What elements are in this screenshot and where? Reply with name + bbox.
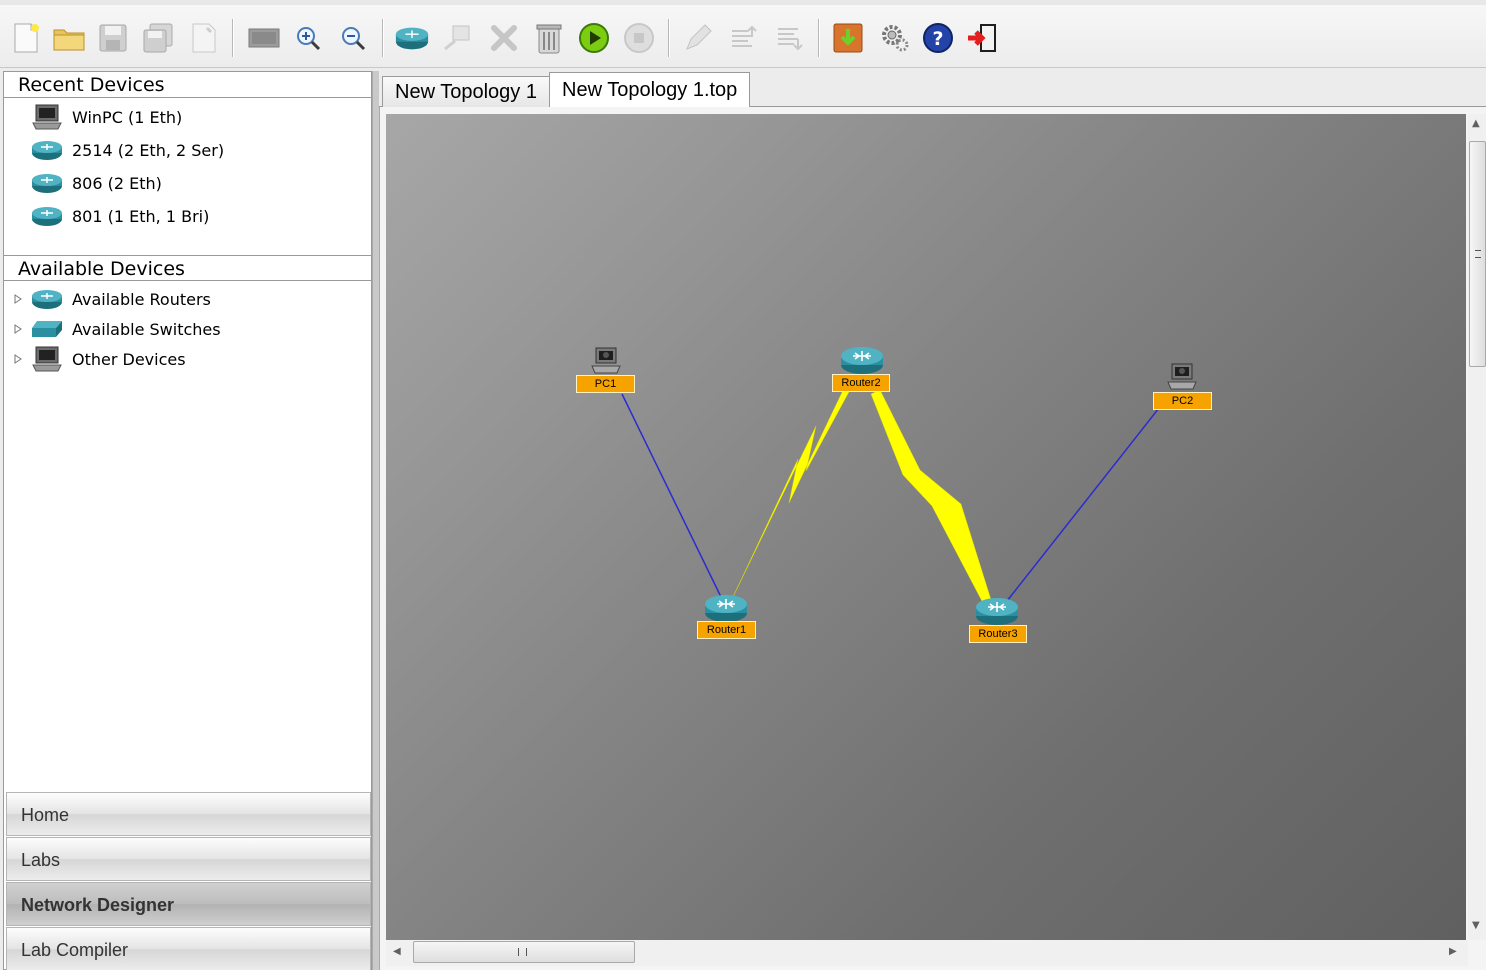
device-label-router3[interactable]: Router3 (969, 625, 1027, 643)
tree-item-label: Other Devices (72, 349, 186, 369)
switch-icon (30, 316, 64, 342)
start-play-icon[interactable] (576, 19, 612, 57)
device-label-pc2[interactable]: PC2 (1153, 392, 1212, 410)
recent-device-label: WinPC (1 Eth) (72, 107, 183, 127)
grip-icon (518, 948, 527, 956)
scroll-up-arrow-icon[interactable]: ▲ (1472, 118, 1480, 129)
nav-home[interactable]: Home (6, 792, 371, 836)
router-icon (30, 169, 64, 197)
horizontal-scroll-thumb[interactable] (413, 941, 635, 963)
topology-canvas[interactable]: PC1 Router2 PC2 Router1 Router3 (386, 114, 1466, 940)
nav-labs[interactable]: Labs (6, 837, 371, 881)
tree-item-label: Available Routers (72, 289, 211, 309)
tab-new-topology-1[interactable]: New Topology 1 (382, 76, 550, 107)
connect-device-icon[interactable] (440, 19, 476, 57)
exit-icon[interactable] (965, 19, 1001, 57)
gear-icon[interactable] (877, 19, 913, 57)
topology-links (621, 383, 1160, 606)
recent-device-806[interactable]: 806 (2 Eth) (30, 168, 162, 198)
router-icon (30, 286, 64, 312)
delete-x-icon[interactable] (486, 19, 522, 57)
nav-network-designer[interactable]: Network Designer (6, 882, 371, 926)
router-icon (30, 202, 64, 230)
recent-device-label: 801 (1 Eth, 1 Bri) (72, 206, 210, 226)
open-folder-icon[interactable] (51, 19, 87, 57)
expand-arrow-icon[interactable] (12, 293, 24, 305)
app-window: ? Recent Devices WinPC (1 Eth) 2514 (2 E… (0, 0, 1486, 970)
device-panel: Recent Devices WinPC (1 Eth) 2514 (2 Eth… (3, 71, 372, 970)
tree-item-label: Available Switches (72, 319, 221, 339)
panel-splitter[interactable] (372, 71, 379, 970)
available-devices-header: Available Devices (4, 255, 371, 281)
tab-bar: New Topology 1 New Topology 1.top (379, 71, 1486, 108)
scroll-down-arrow-icon[interactable]: ▼ (1472, 920, 1480, 931)
expand-arrow-icon[interactable] (12, 353, 24, 365)
toolbar-separator (818, 19, 820, 57)
toolbar-separator (668, 19, 670, 57)
zoom-out-icon[interactable] (335, 19, 371, 57)
pc-icon (30, 346, 64, 372)
tree-item-routers[interactable]: Available Routers (12, 285, 211, 313)
screenshot-icon[interactable] (246, 19, 282, 57)
download-icon[interactable] (830, 19, 866, 57)
new-file-icon[interactable] (8, 19, 44, 57)
toolbar-separator (232, 19, 234, 57)
svg-text:?: ? (932, 28, 943, 50)
help-icon[interactable]: ? (920, 19, 956, 57)
vertical-scroll-thumb[interactable] (1469, 141, 1486, 367)
tab-new-topology-1-top[interactable]: New Topology 1.top (549, 72, 751, 108)
recent-device-2514[interactable]: 2514 (2 Eth, 2 Ser) (30, 135, 224, 165)
zoom-in-icon[interactable] (290, 19, 326, 57)
recent-device-label: 2514 (2 Eth, 2 Ser) (72, 140, 225, 160)
link-pc1-router1[interactable] (621, 393, 723, 600)
scroll-right-arrow-icon[interactable]: ▶ (1449, 946, 1457, 957)
device-label-pc1[interactable]: PC1 (576, 375, 635, 393)
recent-device-label: 806 (2 Eth) (72, 173, 162, 193)
tree-item-switches[interactable]: Available Switches (12, 315, 221, 343)
trash-icon[interactable] (531, 19, 567, 57)
toolbar: ? (0, 0, 1486, 68)
pc2-device-icon[interactable] (1167, 363, 1197, 395)
tree-item-other[interactable]: Other Devices (12, 345, 186, 373)
recent-device-801[interactable]: 801 (1 Eth, 1 Bri) (30, 201, 209, 231)
nav-lab-compiler[interactable]: Lab Compiler (6, 927, 371, 970)
device-label-router1[interactable]: Router1 (697, 621, 756, 639)
link-router1-router2[interactable] (731, 383, 851, 600)
stop-icon[interactable] (621, 19, 657, 57)
add-router-icon[interactable] (394, 19, 430, 57)
recent-device-winpc[interactable]: WinPC (1 Eth) (30, 102, 182, 132)
grip-icon (1475, 250, 1481, 258)
pencil-icon[interactable] (680, 19, 716, 57)
save-all-icon[interactable] (140, 19, 176, 57)
expand-arrow-icon[interactable] (12, 323, 24, 335)
toolbar-separator (382, 19, 384, 57)
align-up-icon[interactable] (725, 19, 761, 57)
scroll-left-arrow-icon[interactable]: ◀ (393, 946, 401, 957)
pc-icon (30, 103, 64, 131)
properties-icon[interactable] (186, 19, 222, 57)
link-router2-router3[interactable] (870, 389, 993, 606)
save-icon[interactable] (95, 19, 131, 57)
router-icon (30, 136, 64, 164)
link-router3-pc2[interactable] (1006, 407, 1160, 602)
recent-devices-header: Recent Devices (4, 72, 371, 98)
align-down-icon[interactable] (771, 19, 807, 57)
device-label-router2[interactable]: Router2 (832, 374, 890, 392)
